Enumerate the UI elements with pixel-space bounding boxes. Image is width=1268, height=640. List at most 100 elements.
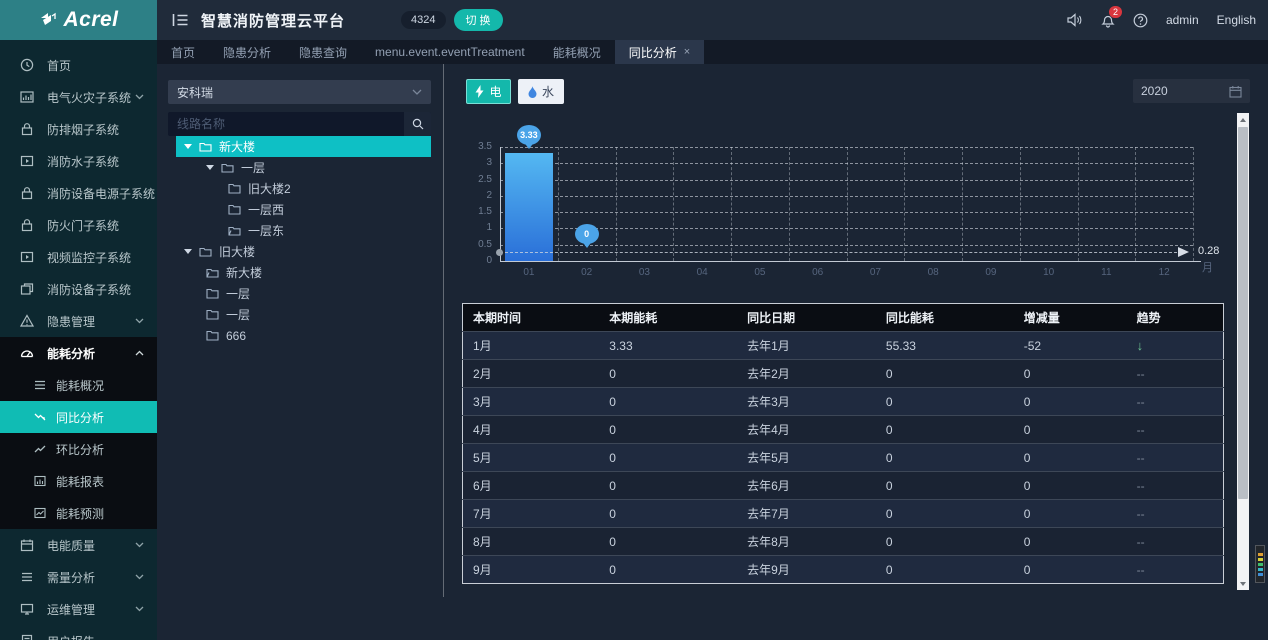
- x-axis-tick: 08: [904, 267, 962, 278]
- menu-fold-icon[interactable]: [172, 13, 189, 27]
- sidebar-item-user-report[interactable]: 用户报告: [0, 625, 157, 640]
- calendar-icon: [1229, 85, 1242, 98]
- gridline: [1193, 147, 1194, 261]
- tree-node[interactable]: 一层西: [168, 199, 431, 220]
- reference-line: [500, 252, 1177, 253]
- sidebar-item-smoke-control[interactable]: 防排烟子系统: [0, 113, 157, 145]
- sidebar-item-label: 视频监控子系统: [47, 249, 131, 266]
- sidebar-item-label: 需量分析: [47, 569, 95, 586]
- x-axis-tick: 09: [962, 267, 1020, 278]
- switch-button[interactable]: 切 换: [454, 9, 503, 31]
- sidebar-item-ops-mgmt[interactable]: 运维管理: [0, 593, 157, 625]
- tree-node[interactable]: 旧大楼: [168, 241, 431, 262]
- x-axis-tick: 01: [500, 267, 558, 278]
- sidebar-item-label: 电气火灾子系统: [47, 89, 131, 106]
- org-select-dropdown[interactable]: 安科瑞: [168, 80, 431, 104]
- col-header: 增减量: [1014, 304, 1127, 332]
- trend-up-icon: [34, 443, 46, 455]
- sidebar-subitem-energy-overview[interactable]: 能耗概况: [0, 369, 157, 401]
- sidebar-item-energy-analysis[interactable]: 能耗分析: [0, 337, 157, 369]
- video-icon: [20, 154, 34, 168]
- tree-node[interactable]: 新大楼: [176, 136, 431, 157]
- tree-node[interactable]: 一层: [168, 304, 431, 325]
- search-input[interactable]: [168, 117, 404, 131]
- report-icon: [20, 634, 34, 640]
- expand-arrow-icon[interactable]: [184, 249, 192, 254]
- water-drop-icon: [528, 86, 537, 98]
- y-axis: [500, 147, 501, 261]
- histogram-icon: [20, 90, 34, 104]
- tab-hazard-analysis[interactable]: 隐患分析: [209, 40, 285, 64]
- sidebar-item-label: 电能质量: [47, 537, 95, 554]
- sidebar-item-power-quality[interactable]: 电能质量: [0, 529, 157, 561]
- table-row: 9月0去年9月00--: [463, 556, 1224, 584]
- help-icon[interactable]: [1133, 13, 1148, 28]
- sidebar-item-electrical-fire[interactable]: 电气火灾子系统: [0, 81, 157, 113]
- scrollbar-thumb[interactable]: [1238, 127, 1248, 499]
- year-picker[interactable]: 2020: [1133, 79, 1250, 103]
- energy-analysis-group: 能耗分析 能耗概况 同比分析 环比分析 能耗报表 能耗预测: [0, 337, 157, 529]
- sidebar-subitem-label: 同比分析: [56, 409, 104, 426]
- scroll-down-button[interactable]: [1237, 577, 1249, 590]
- clock-icon: [20, 58, 34, 72]
- tab-home[interactable]: 首页: [157, 40, 209, 64]
- sidebar-item-equipment-power[interactable]: 消防设备电源子系统: [0, 177, 157, 209]
- folder-open-icon: [221, 162, 234, 173]
- sidebar-item-label: 首页: [47, 57, 71, 74]
- search-icon: [412, 118, 424, 130]
- sidebar-item-fire-equipment[interactable]: 消防设备子系统: [0, 273, 157, 305]
- minimap-markers: [1255, 545, 1265, 583]
- sidebar-subitem-label: 能耗概况: [56, 377, 104, 394]
- acrel-logo-icon: [38, 11, 58, 29]
- col-header: 同比日期: [737, 304, 876, 332]
- expand-arrow-icon[interactable]: [206, 165, 214, 170]
- x-axis-tick: 03: [616, 267, 674, 278]
- folder-icon: [228, 183, 241, 194]
- sidebar-item-home[interactable]: 首页: [0, 49, 157, 81]
- scroll-up-button[interactable]: [1237, 113, 1249, 126]
- tree-node[interactable]: 旧大楼2: [168, 178, 431, 199]
- y-axis-tick: 2: [462, 190, 492, 201]
- content-scrollbar[interactable]: [1237, 113, 1249, 590]
- electric-toggle-button[interactable]: 电: [466, 79, 511, 104]
- water-toggle-button[interactable]: 水: [518, 79, 564, 104]
- gridline: [1020, 147, 1021, 261]
- sidebar-item-hazard-mgmt[interactable]: 隐患管理: [0, 305, 157, 337]
- sidebar-subitem-yoy-analysis[interactable]: 同比分析: [0, 401, 157, 433]
- gridline: [500, 228, 1193, 229]
- language-switcher[interactable]: English: [1217, 13, 1256, 27]
- bar-chart-icon: [34, 475, 46, 487]
- tree-node[interactable]: 一层: [168, 283, 431, 304]
- tree-node[interactable]: 666: [168, 325, 431, 346]
- expand-arrow-icon[interactable]: [184, 144, 192, 149]
- sidebar-item-fire-water[interactable]: 消防水子系统: [0, 145, 157, 177]
- search-button[interactable]: [404, 112, 431, 136]
- volume-icon[interactable]: [1067, 13, 1083, 27]
- notification-bell[interactable]: 2: [1101, 13, 1115, 28]
- list-icon: [34, 379, 46, 391]
- folder-open-icon: [206, 267, 219, 278]
- sidebar-item-fire-door[interactable]: 防火门子系统: [0, 209, 157, 241]
- tab-hazard-query[interactable]: 隐患查询: [285, 40, 361, 64]
- sidebar-subitem-energy-report[interactable]: 能耗报表: [0, 465, 157, 497]
- sidebar-subitem-mom-analysis[interactable]: 环比分析: [0, 433, 157, 465]
- tab-energy-overview[interactable]: 能耗概况: [539, 40, 615, 64]
- user-menu[interactable]: admin: [1166, 13, 1199, 27]
- tree-node[interactable]: 一层: [168, 157, 431, 178]
- tab-close-icon[interactable]: ×: [684, 46, 690, 58]
- y-axis-tick: 0: [462, 255, 492, 266]
- tab-event-treatment[interactable]: menu.event.eventTreatment: [361, 40, 539, 64]
- reference-label: 0.28: [1198, 245, 1219, 257]
- tree-node[interactable]: 新大楼: [168, 262, 431, 283]
- sidebar-item-demand-analysis[interactable]: 需量分析: [0, 561, 157, 593]
- table-row: 4月0去年4月00--: [463, 416, 1224, 444]
- calendar-icon: [20, 538, 34, 552]
- header-actions: 2 admin English: [1067, 0, 1256, 40]
- sidebar-subitem-energy-forecast[interactable]: 能耗预测: [0, 497, 157, 529]
- sidebar-item-video-monitor[interactable]: 视频监控子系统: [0, 241, 157, 273]
- tab-yoy-analysis[interactable]: 同比分析 ×: [615, 40, 704, 64]
- chevron-down-icon: [135, 542, 144, 548]
- x-axis-tick: 07: [847, 267, 905, 278]
- table-header-row: 本期时间 本期能耗 同比日期 同比能耗 增减量 趋势: [463, 304, 1224, 332]
- tree-node[interactable]: 一层东: [168, 220, 431, 241]
